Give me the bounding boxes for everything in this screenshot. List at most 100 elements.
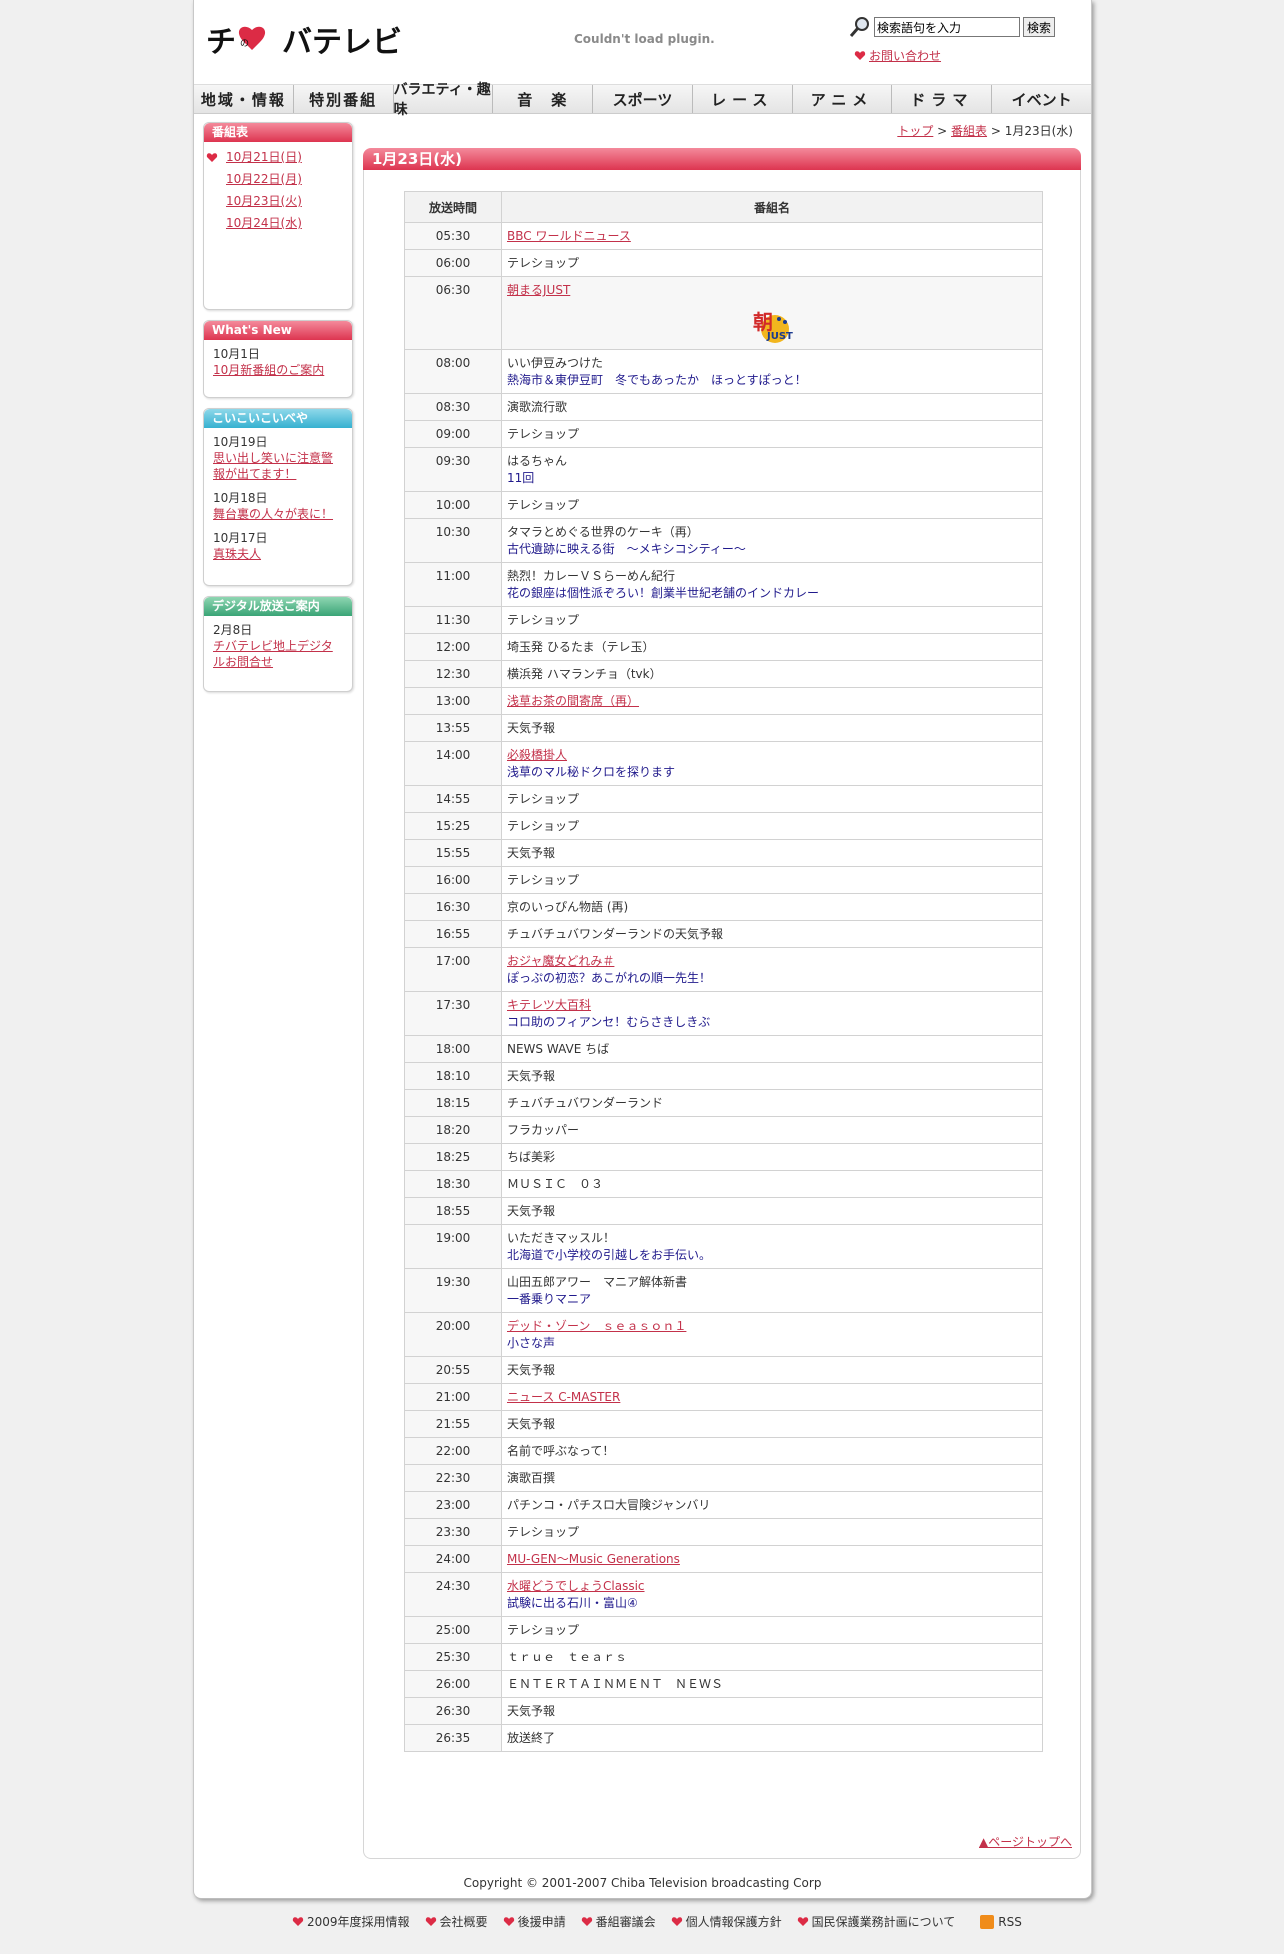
table-row: 23:30 テレショップ — [404, 1518, 1043, 1546]
schedule-day-link[interactable]: 10月22日(月) — [226, 168, 352, 190]
search-button[interactable]: 検索 — [1023, 17, 1056, 37]
broadcast-time: 19:30 — [404, 1268, 502, 1313]
search-input[interactable] — [874, 17, 1020, 37]
column-header-title: 番組名 — [501, 191, 1043, 223]
table-row: 13:55 天気予報 — [404, 714, 1043, 742]
program-link[interactable]: おジャ魔女どれみ＃ — [507, 953, 1037, 970]
program-link[interactable]: 浅草お茶の間寄席（再） — [507, 693, 1037, 710]
svg-text:バテレビ: バテレビ — [282, 25, 402, 60]
news-link[interactable]: 真珠夫人 — [213, 547, 261, 561]
nav-item-special[interactable]: 特別番組 — [294, 85, 394, 113]
contact-link-wrap: お問い合わせ — [854, 47, 941, 64]
footer-link[interactable]: 会社概要 — [440, 1913, 488, 1930]
broadcast-time: 21:55 — [404, 1410, 502, 1438]
program-cell: 天気予報 — [501, 714, 1043, 742]
breadcrumb-schedule[interactable]: 番組表 — [951, 124, 987, 138]
table-row: 09:00 テレショップ — [404, 420, 1043, 448]
program-cell: ちば美彩 — [501, 1143, 1043, 1171]
footer-link[interactable]: 2009年度採用情報 — [307, 1913, 410, 1930]
program-cell: デッド・ゾーン ｓｅａｓｏｎ１ 小さな声 — [501, 1312, 1043, 1357]
nav-item-music[interactable]: 音 楽 — [493, 85, 594, 113]
svg-text:の: の — [240, 39, 249, 49]
table-row: 08:00 いい伊豆みつけた 熱海市＆東伊豆町 冬でもあったか ほっとすぽっと！ — [404, 349, 1043, 394]
footer-item[interactable]: 国民保護業務計画について — [797, 1913, 956, 1930]
breadcrumb-top[interactable]: トップ — [897, 124, 933, 138]
broadcast-time: 22:00 — [404, 1437, 502, 1465]
broadcast-time: 06:30 — [404, 276, 502, 350]
program-link[interactable]: 必殺橋掛人 — [507, 747, 1037, 764]
schedule-day-link[interactable]: 10月24日(水) — [226, 212, 352, 234]
program-cell: チュバチュバワンダーランドの天気予報 — [501, 920, 1043, 948]
footer-item[interactable]: 個人情報保護方針 — [671, 1913, 782, 1930]
program-cell: 必殺橋掛人 浅草のマル秘ドクロを探ります — [501, 741, 1043, 786]
digital-title: デジタル放送ご案内 — [204, 597, 352, 616]
program-subtitle: 小さな声 — [507, 1336, 556, 1350]
table-row: 15:55 天気予報 — [404, 839, 1043, 867]
heart-icon — [854, 51, 866, 60]
nav-item-variety[interactable]: バラエティ・趣味 — [394, 82, 494, 118]
table-row: 18:00 NEWS WAVE ちば — [404, 1035, 1043, 1063]
program-title: 天気予報 — [507, 1417, 556, 1431]
page-top-link[interactable]: ▲ページトップへ — [979, 1833, 1072, 1850]
heart-icon — [503, 1917, 514, 1926]
program-title: はるちゃん — [507, 454, 568, 468]
nav-item-sports[interactable]: スポーツ — [593, 85, 693, 113]
program-link[interactable]: 朝まるJUST — [507, 282, 1037, 299]
nav-item-event[interactable]: イベント — [992, 85, 1091, 113]
broadcast-time: 11:30 — [404, 606, 502, 634]
footer-item[interactable]: 後援申請 — [503, 1913, 566, 1930]
news-link[interactable]: 舞台裏の人々が表に！ — [213, 507, 333, 521]
footer-item[interactable]: 2009年度採用情報 — [292, 1913, 410, 1930]
program-title: チュバチュバワンダーランド — [507, 1096, 664, 1110]
program-cell: 朝まるJUST 朝JUST朝まるJUST — [501, 276, 1043, 350]
news-link[interactable]: 思い出し笑いに注意警報が出てます！ — [213, 451, 333, 481]
program-link[interactable]: BBC ワールドニュース — [507, 228, 1037, 245]
broadcast-time: 20:00 — [404, 1312, 502, 1357]
news-link[interactable]: 10月新番組のご案内 — [213, 363, 324, 377]
footer-link[interactable]: 番組審議会 — [596, 1913, 656, 1930]
whats-new-title: What's New — [204, 321, 352, 340]
rss-link[interactable]: RSS — [980, 1914, 1022, 1929]
footer-item[interactable]: 番組審議会 — [581, 1913, 656, 1930]
program-title: テレショップ — [507, 1623, 580, 1637]
program-link[interactable]: 水曜どうでしょうClassic — [507, 1578, 1037, 1595]
koikoi-title: こいこいこいべや — [204, 409, 352, 428]
table-row: 24:30 水曜どうでしょうClassic 試験に出る石川・富山④ — [404, 1572, 1043, 1617]
program-title: 天気予報 — [507, 1363, 556, 1377]
chiba-tv-logo[interactable]: チ の バテレビ — [204, 20, 404, 60]
program-link[interactable]: MU-GEN～Music Generations — [507, 1551, 1037, 1568]
program-link[interactable]: デッド・ゾーン ｓｅａｓｏｎ１ — [507, 1318, 1037, 1335]
nav-item-anime[interactable]: アニメ — [793, 85, 893, 113]
table-row: 26:30 天気予報 — [404, 1697, 1043, 1725]
program-title: ちば美彩 — [507, 1150, 556, 1164]
nav-item-drama[interactable]: ドラマ — [892, 85, 993, 113]
program-cell: 山田五郎アワー マニア解体新書 一番乗りマニア — [501, 1268, 1043, 1313]
schedule-day-link[interactable]: 10月21日(日) — [206, 146, 352, 168]
broadcast-time: 09:30 — [404, 447, 502, 492]
program-cell: BBC ワールドニュース — [501, 222, 1043, 250]
footer-link[interactable]: 個人情報保護方針 — [686, 1913, 782, 1930]
nav-item-race[interactable]: レース — [693, 85, 793, 113]
program-title: 熱烈！カレーＶＳらーめん紀行 — [507, 569, 676, 583]
footer-link[interactable]: 国民保護業務計画について — [812, 1913, 956, 1930]
broadcast-time: 18:25 — [404, 1143, 502, 1171]
asamaru-just-logo[interactable]: 朝JUST朝まるJUST — [749, 305, 793, 345]
svg-text:チ: チ — [206, 25, 236, 60]
broadcast-time: 11:00 — [404, 562, 502, 607]
table-row: 13:00 浅草お茶の間寄席（再） — [404, 687, 1043, 715]
broadcast-time: 12:00 — [404, 633, 502, 661]
news-link[interactable]: チバテレビ地上デジタルお問合せ — [213, 639, 333, 669]
footer-item[interactable]: 会社概要 — [425, 1913, 488, 1930]
program-link[interactable]: キテレツ大百科 — [507, 997, 1037, 1014]
program-title: テレショップ — [507, 498, 580, 512]
contact-link[interactable]: お問い合わせ — [869, 47, 941, 64]
program-link[interactable]: ニュース C-MASTER — [507, 1389, 1037, 1406]
footer-link[interactable]: 後援申請 — [518, 1913, 566, 1930]
program-cell: テレショップ — [501, 785, 1043, 813]
category-nav: 地域・情報 特別番組 バラエティ・趣味 音 楽 スポーツ レース アニメ ドラマ… — [194, 82, 1091, 118]
nav-item-local[interactable]: 地域・情報 — [194, 85, 294, 113]
table-row: 18:55 天気予報 — [404, 1197, 1043, 1225]
broadcast-time: 23:30 — [404, 1518, 502, 1546]
table-row: 18:25 ちば美彩 — [404, 1143, 1043, 1171]
schedule-day-link[interactable]: 10月23日(火) — [226, 190, 352, 212]
